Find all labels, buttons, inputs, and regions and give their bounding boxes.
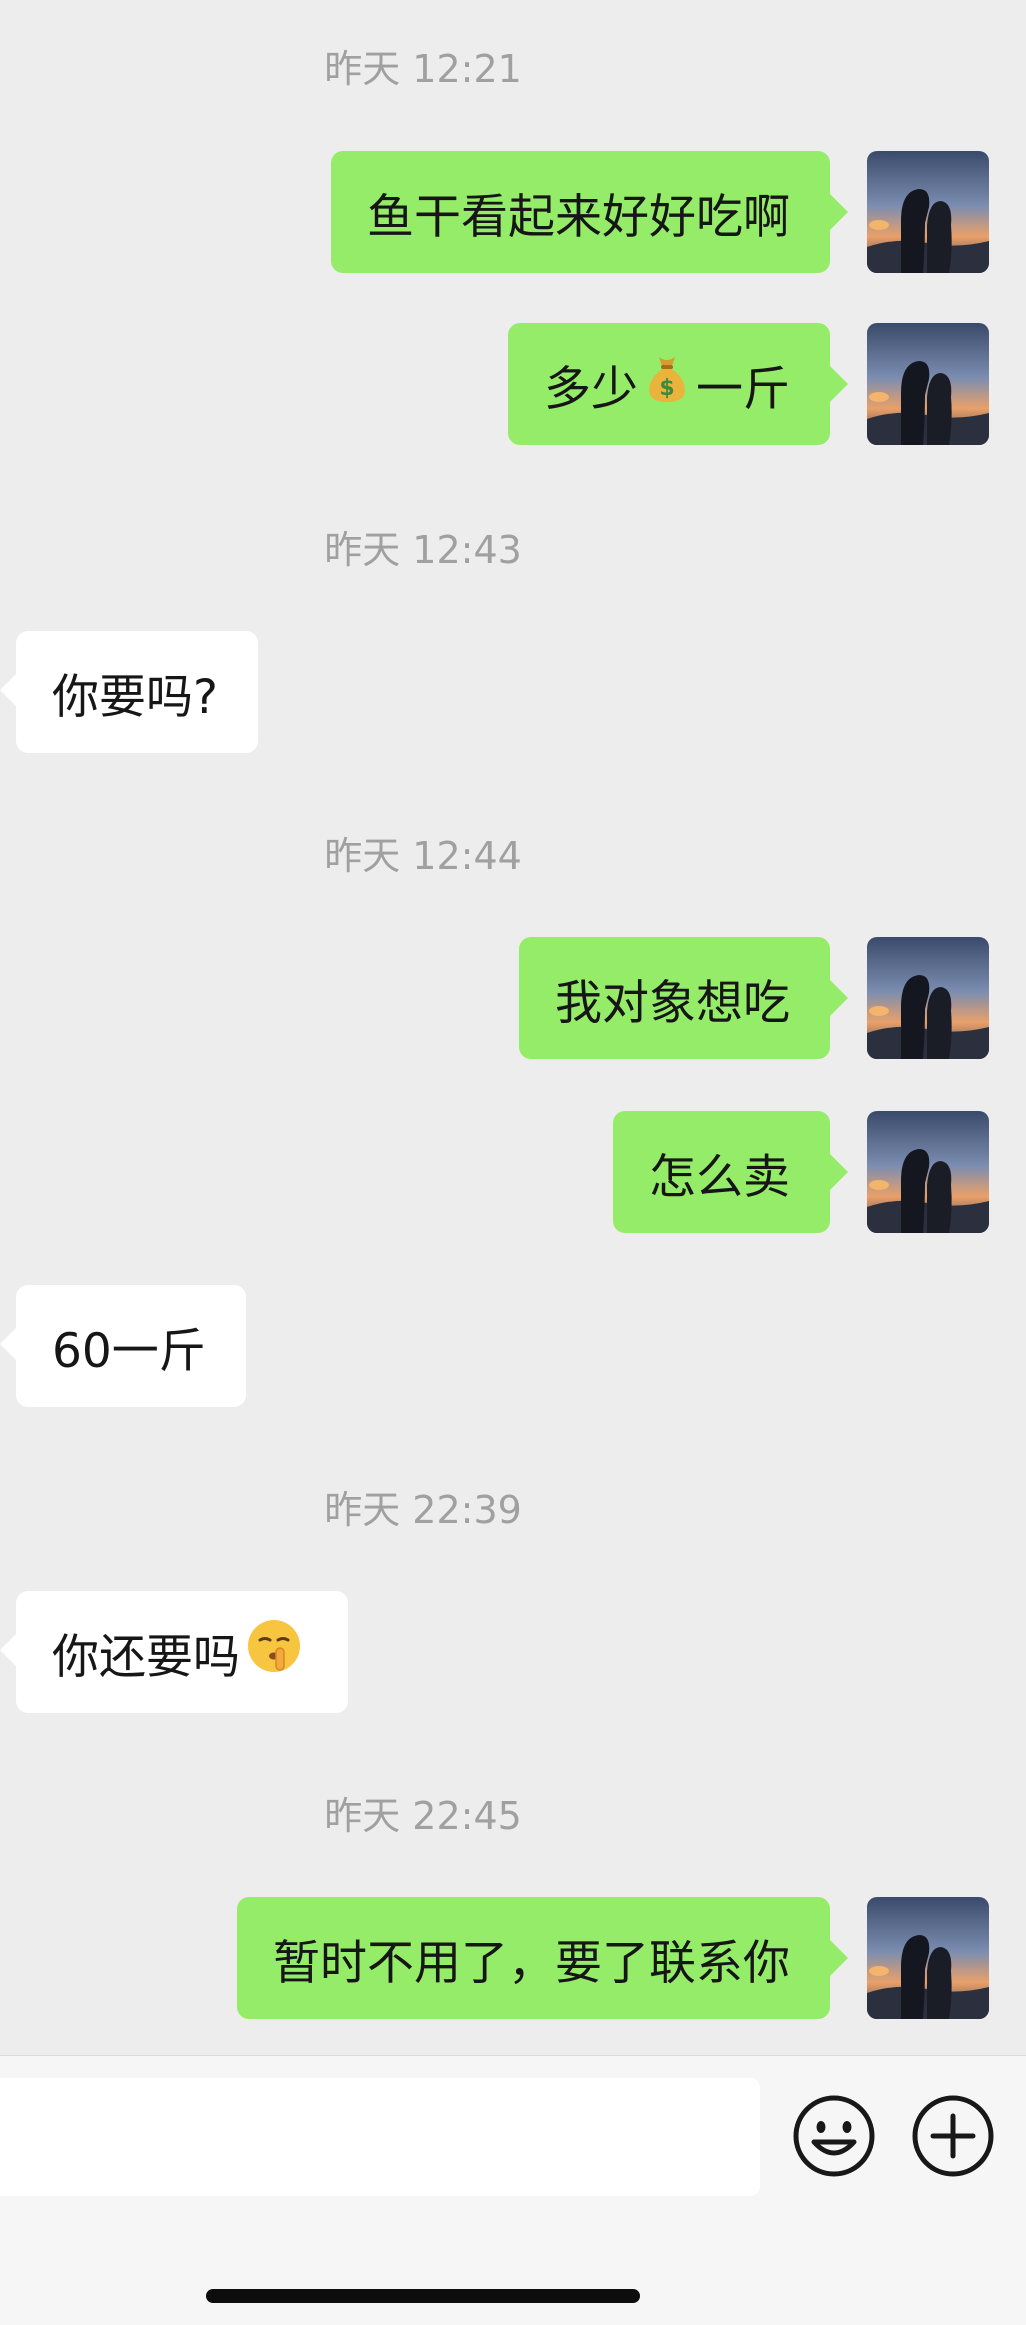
avatar[interactable] bbox=[867, 1111, 989, 1233]
outgoing-message-bubble[interactable]: 怎么卖 bbox=[613, 1111, 848, 1233]
outgoing-message-bubble[interactable]: 暂时不用了，要了联系你 bbox=[237, 1897, 848, 2019]
avatar[interactable] bbox=[867, 323, 989, 445]
incoming-message-bubble[interactable]: 你还要吗 bbox=[0, 1591, 348, 1713]
timestamp: 昨天 12:21 bbox=[324, 47, 522, 91]
incoming-message-bubble[interactable]: 你要吗? bbox=[0, 631, 258, 753]
chat-screen: 昨天 12:21 鱼干看起来好好吃啊 多少 $ 一斤 昨天 12:43 你要吗?… bbox=[0, 0, 1026, 2325]
home-indicator[interactable] bbox=[206, 2289, 640, 2303]
plus-circle-icon bbox=[912, 2095, 994, 2177]
timestamp: 昨天 22:45 bbox=[324, 1794, 522, 1838]
message-input[interactable] bbox=[0, 2078, 760, 2196]
input-toolbar bbox=[0, 2055, 1026, 2325]
avatar[interactable] bbox=[867, 937, 989, 1059]
shushing-face-icon bbox=[246, 1618, 302, 1686]
money-bag-icon: $ bbox=[644, 353, 690, 415]
incoming-message-bubble[interactable]: 60一斤 bbox=[0, 1285, 246, 1407]
outgoing-message-bubble[interactable]: 我对象想吃 bbox=[519, 937, 848, 1059]
avatar[interactable] bbox=[867, 1897, 989, 2019]
timestamp: 昨天 22:39 bbox=[324, 1488, 522, 1532]
smiley-icon bbox=[793, 2095, 875, 2177]
message-text: 一斤 bbox=[696, 361, 790, 417]
avatar[interactable] bbox=[867, 151, 989, 273]
outgoing-message-bubble[interactable]: 多少 $ 一斤 bbox=[508, 323, 848, 445]
message-text: 你还要吗 bbox=[52, 1629, 240, 1685]
timestamp: 昨天 12:44 bbox=[324, 834, 522, 878]
more-button[interactable] bbox=[909, 2092, 997, 2180]
timestamp: 昨天 12:43 bbox=[324, 528, 522, 572]
svg-text:$: $ bbox=[659, 376, 674, 401]
message-text: 多少 bbox=[544, 361, 638, 417]
outgoing-message-bubble[interactable]: 鱼干看起来好好吃啊 bbox=[331, 151, 848, 273]
emoji-button[interactable] bbox=[790, 2092, 878, 2180]
